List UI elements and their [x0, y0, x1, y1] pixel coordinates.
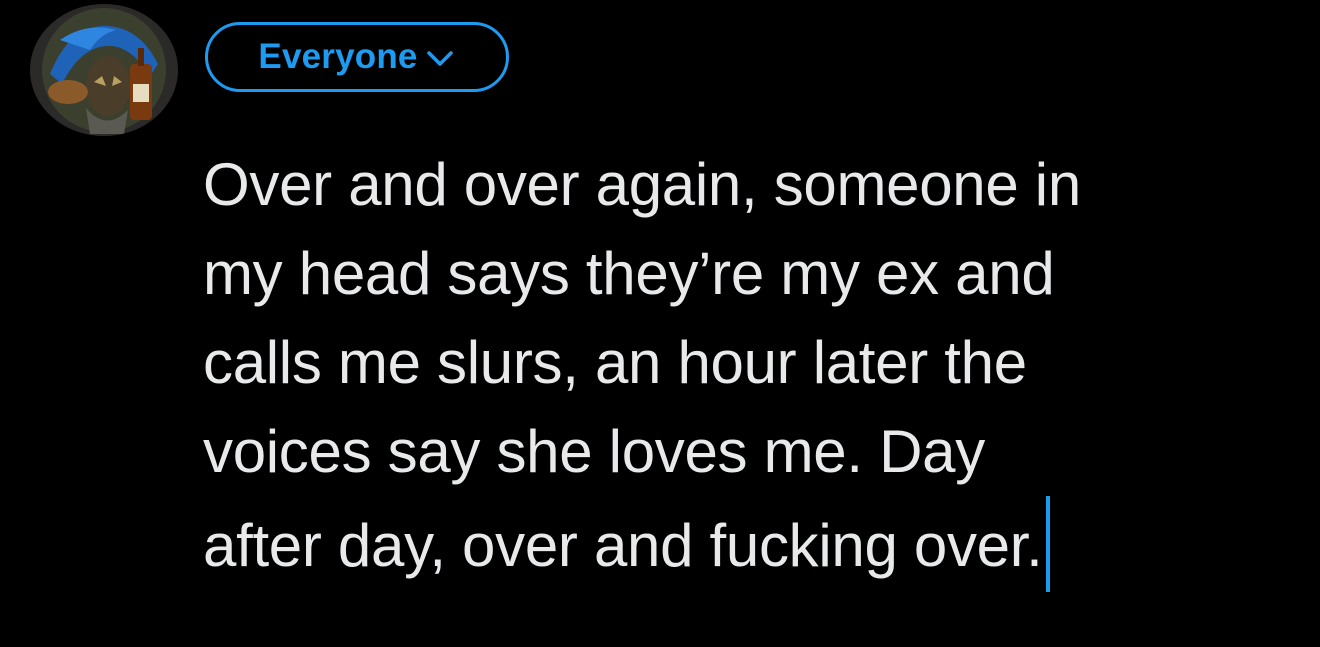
chevron-down-icon	[426, 49, 456, 69]
text-caret	[1046, 496, 1051, 592]
tweet-compose-textarea[interactable]: Over and over again, someone in my head …	[203, 140, 1303, 592]
compose-text-line: Over and over again, someone in	[203, 151, 1081, 218]
compose-text-line: calls me slurs, an hour later the	[203, 329, 1027, 396]
audience-label: Everyone	[258, 37, 418, 76]
avatar[interactable]	[30, 4, 178, 136]
audience-selector-button[interactable]: Everyone	[205, 22, 509, 92]
compose-text-line: my head says they’re my ex and	[203, 240, 1055, 307]
compose-text-line: after day, over and fucking over.	[203, 512, 1043, 579]
compose-text-last-line: after day, over and fucking over.	[203, 496, 1303, 592]
avatar-image	[30, 4, 178, 136]
compose-text-line: voices say she loves me. Day	[203, 418, 985, 485]
